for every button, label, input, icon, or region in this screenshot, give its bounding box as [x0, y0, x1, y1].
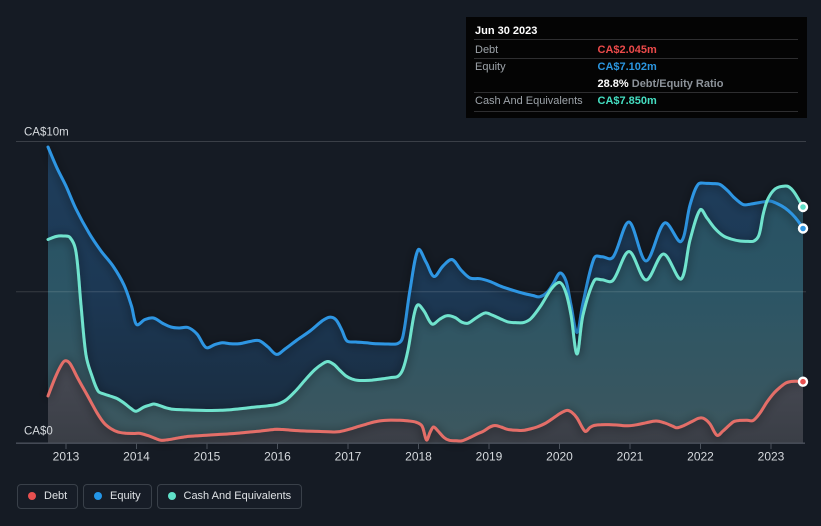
svg-text:2014: 2014 — [123, 450, 150, 464]
svg-text:CA$0: CA$0 — [24, 426, 53, 438]
svg-text:2021: 2021 — [617, 450, 644, 464]
svg-text:2022: 2022 — [687, 450, 714, 464]
svg-text:2023: 2023 — [758, 450, 785, 464]
svg-text:2016: 2016 — [264, 450, 291, 464]
svg-text:2013: 2013 — [53, 450, 80, 464]
svg-text:CA$10m: CA$10m — [24, 127, 69, 139]
svg-text:2017: 2017 — [335, 450, 362, 464]
svg-text:2019: 2019 — [476, 450, 503, 464]
svg-text:2018: 2018 — [405, 450, 432, 464]
svg-text:2020: 2020 — [546, 450, 573, 464]
svg-text:2015: 2015 — [194, 450, 221, 464]
